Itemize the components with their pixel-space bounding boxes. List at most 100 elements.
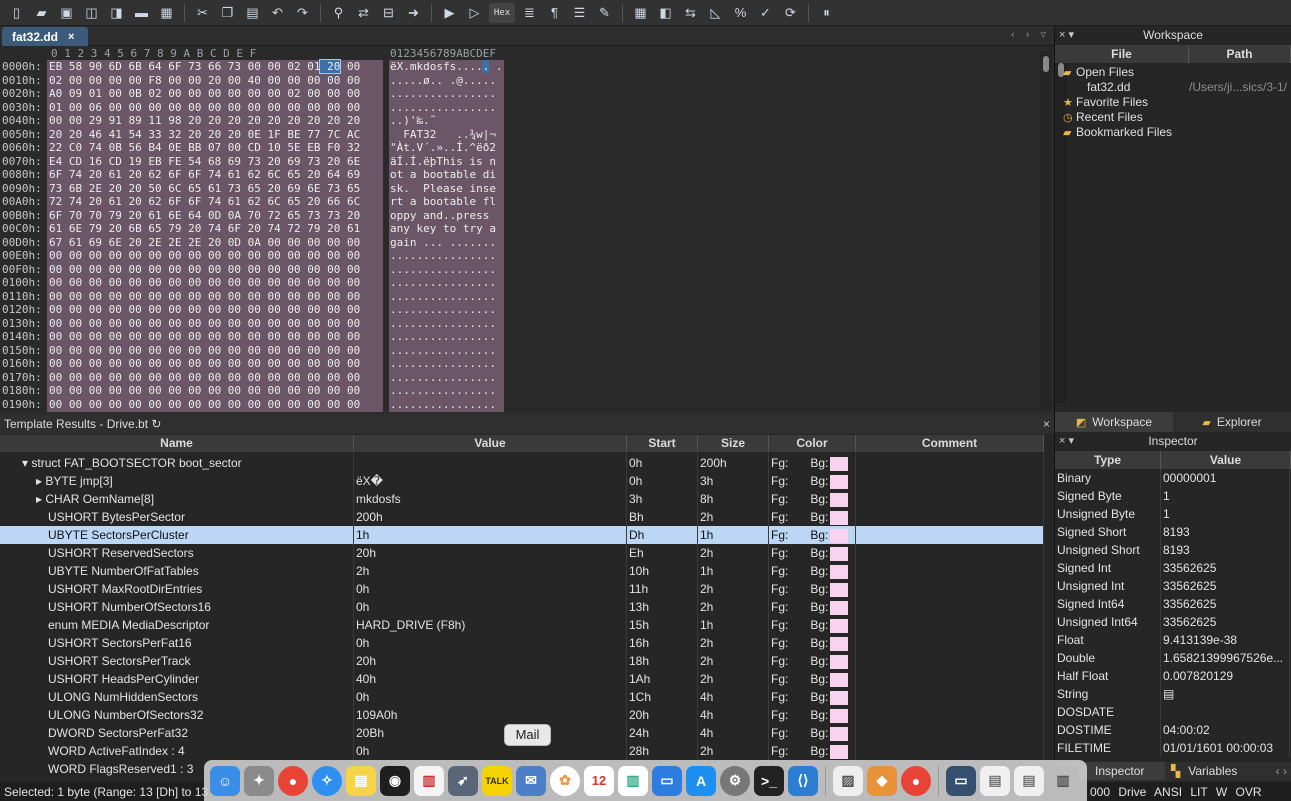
- hash-icon[interactable]: ⟳: [780, 3, 801, 23]
- percent-icon[interactable]: %: [730, 3, 751, 23]
- hex-row-bytes[interactable]: 20 20 46 41 54 33 32 20 20 20 0E 1F BE 7…: [49, 128, 360, 142]
- hex-row-bytes[interactable]: 22 C0 74 0B 56 B4 0E BB 07 00 CD 10 5E E…: [49, 141, 360, 155]
- hex-row-bytes[interactable]: EB 58 90 6D 6B 64 6F 73 66 73 00 00 02 0…: [49, 60, 360, 74]
- notes-icon[interactable]: ▤: [346, 765, 376, 796]
- hex-row-ascii[interactable]: ................: [390, 101, 496, 115]
- undo-icon[interactable]: ↶: [267, 3, 288, 23]
- hex-row-bytes[interactable]: 00 00 00 00 00 00 00 00 00 00 00 00 00 0…: [49, 344, 360, 358]
- bg-color-swatch[interactable]: [830, 654, 849, 669]
- trash-icon[interactable]: ▥: [1048, 765, 1078, 796]
- calendar-icon[interactable]: 12: [584, 765, 614, 796]
- hex-row-ascii[interactable]: ................: [390, 357, 496, 371]
- document-thumbnail-icon-2[interactable]: ▤: [1014, 765, 1044, 796]
- hex-row-bytes[interactable]: E4 CD 16 CD 19 EB FE 54 68 69 73 20 69 7…: [49, 155, 360, 169]
- hex-scrollbar[interactable]: [1040, 51, 1052, 411]
- hex-row-ascii[interactable]: rt a bootable fl: [390, 195, 496, 209]
- highlight-icon[interactable]: ✎: [594, 3, 615, 23]
- hex-row-bytes[interactable]: 67 61 69 6E 20 2E 2E 2E 20 0D 0A 00 00 0…: [49, 236, 360, 250]
- launchpad-icon[interactable]: ✦: [244, 765, 274, 796]
- new-file-icon[interactable]: ▯: [6, 3, 27, 23]
- hex-row-ascii[interactable]: ................: [390, 317, 496, 331]
- document-thumbnail-icon[interactable]: ▤: [980, 765, 1010, 796]
- template-row[interactable]: USHORT SectorsPerTrack 20h 18h 2h Fg: Bg:: [0, 652, 1044, 670]
- panel-controls[interactable]: × ▾: [1059, 432, 1074, 451]
- checksum-icon[interactable]: ✓: [755, 3, 776, 23]
- inspector-row[interactable]: Float 9.413139e-38: [1055, 631, 1291, 649]
- save-as-icon[interactable]: ◫: [81, 3, 102, 23]
- hex-row-bytes[interactable]: 00 00 00 00 00 00 00 00 00 00 00 00 00 0…: [49, 317, 360, 331]
- column-file[interactable]: File: [1055, 45, 1189, 63]
- books-icon[interactable]: ▥: [414, 765, 444, 796]
- bg-color-swatch[interactable]: [830, 618, 849, 633]
- hex-row-bytes[interactable]: 00 00 00 00 00 00 00 00 00 00 00 00 00 0…: [49, 371, 360, 385]
- hex-row-bytes[interactable]: 00 00 29 91 89 11 98 20 20 20 20 20 20 2…: [49, 114, 360, 128]
- column-comment[interactable]: Comment: [856, 435, 1044, 452]
- open-workspace-icon[interactable]: ▦: [156, 3, 177, 23]
- copy-icon[interactable]: ❐: [217, 3, 238, 23]
- cut-icon[interactable]: ✂: [192, 3, 213, 23]
- tab-fat32[interactable]: fat32.dd ×: [2, 27, 88, 46]
- hex-row-ascii[interactable]: ................: [390, 371, 496, 385]
- inspector-row[interactable]: FILETIME 01/01/1601 00:00:03: [1055, 739, 1291, 757]
- hex-row-bytes[interactable]: 73 6B 2E 20 20 50 6C 65 61 73 65 20 69 6…: [49, 182, 360, 196]
- tab-nav-arrows[interactable]: ‹ › ▿: [1011, 28, 1050, 41]
- inspector-row[interactable]: Unsigned Int64 33562625: [1055, 613, 1291, 631]
- sublime-icon[interactable]: ◆: [867, 765, 897, 796]
- scrollbar-thumb[interactable]: [1043, 56, 1049, 72]
- inspector-row[interactable]: Signed Int 33562625: [1055, 559, 1291, 577]
- hex-row-bytes[interactable]: 00 00 00 00 00 00 00 00 00 00 00 00 00 0…: [49, 263, 360, 277]
- histogram-icon[interactable]: ◺: [705, 3, 726, 23]
- hex-row-bytes[interactable]: 6F 74 20 61 20 62 6F 6F 74 61 62 6C 65 2…: [49, 168, 360, 182]
- hex-row-bytes[interactable]: 00 00 00 00 00 00 00 00 00 00 00 00 00 0…: [49, 330, 360, 344]
- inspector-row[interactable]: Unsigned Short 8193: [1055, 541, 1291, 559]
- hex-row-bytes[interactable]: 00 00 00 00 00 00 00 00 00 00 00 00 00 0…: [49, 276, 360, 290]
- bg-color-swatch[interactable]: [830, 474, 849, 489]
- hex-row-bytes[interactable]: 72 74 20 61 20 62 6F 6F 74 61 62 6C 65 2…: [49, 195, 360, 209]
- column-value[interactable]: Value: [354, 435, 627, 452]
- run-template-icon[interactable]: ▶: [439, 3, 460, 23]
- bg-color-swatch[interactable]: [830, 690, 849, 705]
- inspector-row[interactable]: String ▤: [1055, 685, 1291, 703]
- workspace-item-favorite-files[interactable]: ★ Favorite Files: [1055, 95, 1291, 110]
- vscode-icon[interactable]: ⟨⟩: [788, 765, 818, 796]
- hex-row-bytes[interactable]: 00 00 00 00 00 00 00 00 00 00 00 00 00 0…: [49, 290, 360, 304]
- template-row[interactable]: USHORT NumberOfSectors16 0h 13h 2h Fg: Bg:: [0, 598, 1044, 616]
- column-path[interactable]: Path: [1189, 45, 1291, 63]
- safari-icon[interactable]: ✧: [312, 765, 342, 796]
- inspector-row[interactable]: Signed Short 8193: [1055, 523, 1291, 541]
- tab-variables[interactable]: ▚ Variables: [1165, 762, 1237, 780]
- hex-row-bytes[interactable]: 02 00 00 00 00 F8 00 00 20 00 40 00 00 0…: [49, 74, 360, 88]
- redo-icon[interactable]: ↷: [292, 3, 313, 23]
- column-start[interactable]: Start: [627, 435, 698, 452]
- tab-workspace[interactable]: ◩ Workspace: [1055, 412, 1173, 432]
- kakaotalk-icon[interactable]: TALK: [482, 765, 512, 796]
- save-all-icon[interactable]: ◨: [106, 3, 127, 23]
- finder-icon[interactable]: ☺: [210, 765, 240, 796]
- hex-row-bytes[interactable]: 00 00 00 00 00 00 00 00 00 00 00 00 00 0…: [49, 384, 360, 398]
- inspector-row[interactable]: Half Float 0.007820129: [1055, 667, 1291, 685]
- template-row[interactable]: ▾ struct FAT_BOOTSECTOR boot_sector 0h 200…: [0, 454, 1044, 472]
- hex-mode-button[interactable]: Hex: [489, 2, 515, 23]
- hex-row-ascii[interactable]: ................: [390, 249, 496, 263]
- bg-color-swatch[interactable]: [830, 528, 849, 543]
- inspector-row[interactable]: Unsigned Int 33562625: [1055, 577, 1291, 595]
- template-row[interactable]: UBYTE NumberOfFatTables 2h 10h 1h Fg: Bg:: [0, 562, 1044, 580]
- hex-row-bytes[interactable]: 61 6E 79 20 6B 65 79 20 74 6F 20 74 72 7…: [49, 222, 360, 236]
- terminal-icon[interactable]: >_: [754, 765, 784, 796]
- hex-row-ascii[interactable]: ëX.mkdosfs..... .: [390, 60, 503, 74]
- column-value[interactable]: Value: [1161, 451, 1291, 469]
- template-row[interactable]: ULONG NumberOfSectors32 109A0h 20h 4h Fg: Bg:: [0, 706, 1044, 724]
- convert-icon[interactable]: ⇆: [680, 3, 701, 23]
- hex-row-ascii[interactable]: FAT32 ..¾w|¬: [390, 128, 496, 142]
- hex-row-ascii[interactable]: ot a bootable di: [390, 168, 496, 182]
- photos-icon[interactable]: ✿: [550, 765, 580, 796]
- bg-color-swatch[interactable]: [830, 726, 849, 741]
- preview-icon[interactable]: ▨: [833, 765, 863, 796]
- template-row[interactable]: USHORT MaxRootDirEntries 0h 11h 2h Fg: Bg:: [0, 580, 1044, 598]
- hex-row-ascii[interactable]: "Àt.V´.»..Í.^ëð2: [390, 141, 496, 155]
- hex-row-bytes[interactable]: 00 00 00 00 00 00 00 00 00 00 00 00 00 0…: [49, 398, 360, 412]
- hex-row-ascii[interactable]: ................: [390, 263, 496, 277]
- workspace-item-recent-files[interactable]: ◷ Recent Files: [1055, 110, 1291, 125]
- column-size[interactable]: Size: [698, 435, 769, 452]
- bg-color-swatch[interactable]: [830, 672, 849, 687]
